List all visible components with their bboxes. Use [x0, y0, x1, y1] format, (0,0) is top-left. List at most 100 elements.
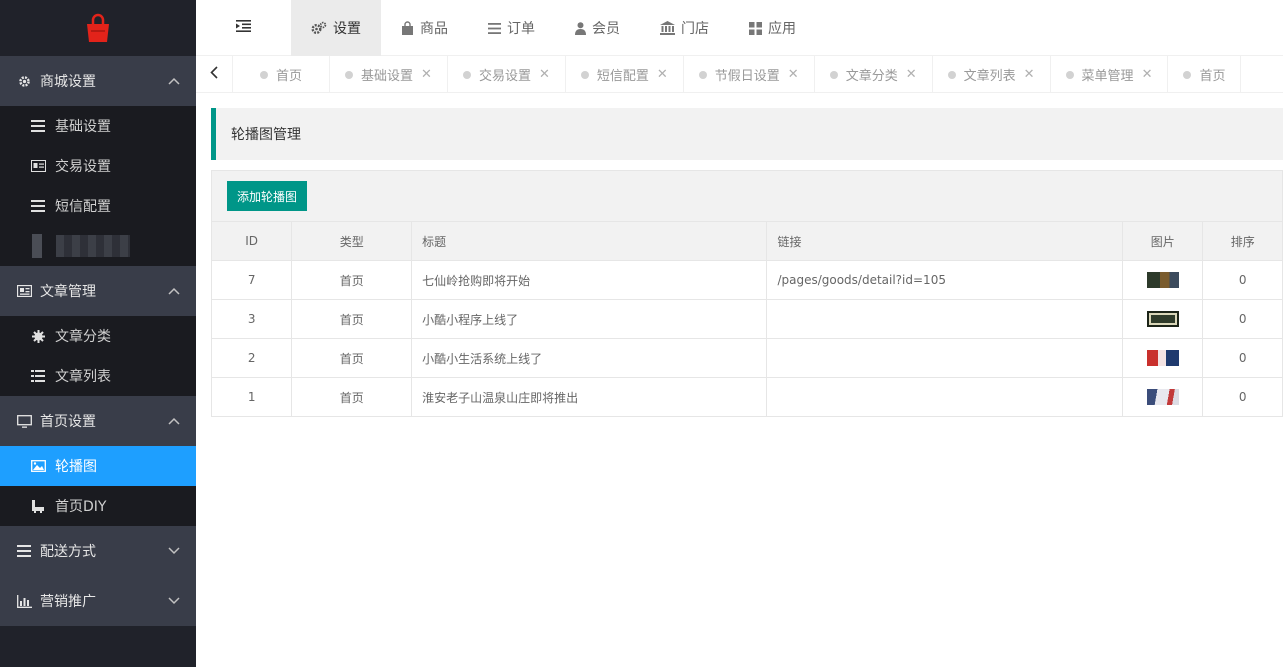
- table-row[interactable]: 3 首页 小酷小程序上线了 0: [210, 299, 1283, 339]
- sidebar-item-basic-settings[interactable]: 基础设置: [0, 106, 196, 146]
- top-tab-label: 门店: [681, 21, 709, 37]
- tab-dot: [580, 70, 589, 79]
- column-header-type[interactable]: 类型: [291, 221, 413, 261]
- close-icon[interactable]: ✕: [1024, 67, 1035, 82]
- page-tab-holiday-settings[interactable]: 节假日设置 ✕: [684, 56, 815, 92]
- cell-link: [766, 299, 1123, 339]
- cell-title: 七仙岭抢购即将开始: [411, 260, 768, 300]
- asterisk-icon: [30, 329, 46, 343]
- chart-icon: [16, 593, 32, 609]
- close-icon[interactable]: ✕: [657, 67, 668, 82]
- cell-link: [766, 338, 1123, 378]
- bag-logo-icon: [87, 13, 109, 42]
- tabs-scroll-left-button[interactable]: [196, 56, 233, 92]
- top-tab-label: 订单: [507, 21, 535, 37]
- redacted-block: [56, 235, 130, 257]
- top-tab-label: 会员: [592, 21, 620, 37]
- page-tab-home[interactable]: 首页: [233, 56, 331, 92]
- logo[interactable]: [0, 0, 196, 56]
- sidebar-item-redacted[interactable]: [0, 226, 196, 266]
- cell-image: [1121, 260, 1204, 300]
- top-tab-settings[interactable]: 设置: [291, 0, 381, 56]
- cell-image: [1121, 299, 1204, 339]
- page-tab-basic-settings[interactable]: 基础设置 ✕: [330, 56, 448, 92]
- top-navbar: 设置 商品 订单 会员 门店 应用: [196, 0, 1283, 56]
- carousel-thumbnail[interactable]: [1146, 389, 1179, 405]
- close-icon[interactable]: ✕: [539, 67, 550, 82]
- cell-id: 7: [210, 260, 293, 300]
- page-tab-label: 节假日设置: [714, 69, 780, 84]
- sidebar-group-label: 文章管理: [40, 284, 96, 300]
- close-icon[interactable]: ✕: [788, 67, 799, 82]
- table-row[interactable]: 1 首页 淮安老子山温泉山庄即将推出 0: [210, 377, 1283, 417]
- brush-icon: [30, 499, 46, 513]
- top-tab-stores[interactable]: 门店: [640, 0, 729, 56]
- cell-type: 首页: [291, 338, 413, 378]
- list-icon: [30, 369, 46, 383]
- grid-icon: [749, 21, 762, 35]
- cell-image: [1121, 377, 1204, 417]
- cell-title: 淮安老子山温泉山庄即将推出: [411, 377, 768, 417]
- chevron-left-icon: [210, 66, 218, 83]
- shopping-bag-icon: [401, 21, 414, 35]
- page-title-bar: 轮播图管理: [211, 108, 1283, 160]
- table-row[interactable]: 2 首页 小酷小生活系统上线了 0: [210, 338, 1283, 378]
- image-icon: [30, 459, 46, 473]
- carousel-thumbnail[interactable]: [1146, 272, 1179, 288]
- page-tab-label: 基础设置: [361, 69, 414, 84]
- main-content: 轮播图管理 添加轮播图 ID 类型 标题 链接 图片 排序 7 首页 七仙岭抢购…: [196, 93, 1283, 667]
- monitor-icon: [16, 413, 32, 429]
- sidebar-group-marketing[interactable]: 营销推广: [0, 576, 196, 626]
- tab-dot: [1065, 70, 1074, 79]
- page-tab-menu-management[interactable]: 菜单管理 ✕: [1051, 56, 1169, 92]
- column-header-image[interactable]: 图片: [1121, 221, 1204, 261]
- carousel-thumbnail[interactable]: [1146, 311, 1179, 327]
- close-icon[interactable]: ✕: [421, 67, 432, 82]
- cell-sort: 0: [1202, 377, 1283, 417]
- cell-type: 首页: [291, 260, 413, 300]
- sidebar-group-label: 首页设置: [40, 414, 96, 430]
- cogs-icon: [311, 21, 327, 35]
- sidebar-toggle-button[interactable]: [196, 0, 291, 56]
- top-tab-goods[interactable]: 商品: [381, 0, 468, 56]
- top-tab-apps[interactable]: 应用: [729, 0, 816, 56]
- cell-type: 首页: [291, 299, 413, 339]
- cell-sort: 0: [1202, 338, 1283, 378]
- close-icon[interactable]: ✕: [906, 67, 917, 82]
- sidebar-item-label: 交易设置: [55, 159, 111, 175]
- sidebar-group-delivery[interactable]: 配送方式: [0, 526, 196, 576]
- sidebar-group-homepage-settings[interactable]: 首页设置: [0, 396, 196, 446]
- column-header-sort[interactable]: 排序: [1202, 221, 1283, 261]
- column-header-link[interactable]: 链接: [766, 221, 1123, 261]
- page-tab-sms-config[interactable]: 短信配置 ✕: [566, 56, 684, 92]
- cell-image: [1121, 338, 1204, 378]
- page-tab-article-list[interactable]: 文章列表 ✕: [933, 56, 1051, 92]
- tab-dot: [698, 70, 707, 79]
- sidebar-item-carousel[interactable]: 轮播图: [0, 446, 196, 486]
- list-icon: [30, 199, 46, 213]
- page-tab-trade-settings[interactable]: 交易设置 ✕: [448, 56, 566, 92]
- column-header-id[interactable]: ID: [210, 221, 293, 261]
- page-tab-label: 首页: [1199, 69, 1226, 84]
- sidebar-item-article-category[interactable]: 文章分类: [0, 316, 196, 356]
- sidebar-item-sms-config[interactable]: 短信配置: [0, 186, 196, 226]
- table-row[interactable]: 7 首页 七仙岭抢购即将开始 /pages/goods/detail?id=10…: [210, 260, 1283, 300]
- sidebar-item-article-list[interactable]: 文章列表: [0, 356, 196, 396]
- sidebar-item-homepage-diy[interactable]: 首页DIY: [0, 486, 196, 526]
- tab-dot: [345, 70, 354, 79]
- sidebar-item-label: 文章分类: [55, 329, 111, 345]
- top-tab-members[interactable]: 会员: [555, 0, 640, 56]
- page-tab-home-2[interactable]: 首页: [1168, 56, 1242, 92]
- sidebar-group-mall-settings[interactable]: 商城设置: [0, 56, 196, 106]
- page-tab-article-category[interactable]: 文章分类 ✕: [815, 56, 933, 92]
- sidebar-item-trade-settings[interactable]: 交易设置: [0, 146, 196, 186]
- page-tabs-bar: 首页 基础设置 ✕ 交易设置 ✕ 短信配置 ✕ 节假日设置 ✕ 文章分类 ✕ 文…: [196, 56, 1283, 93]
- column-header-title[interactable]: 标题: [411, 221, 768, 261]
- top-tab-orders[interactable]: 订单: [468, 0, 555, 56]
- cell-id: 1: [210, 377, 293, 417]
- close-icon[interactable]: ✕: [1142, 67, 1153, 82]
- add-carousel-button[interactable]: 添加轮播图: [227, 181, 308, 211]
- carousel-thumbnail[interactable]: [1146, 350, 1179, 366]
- sidebar-group-article-management[interactable]: 文章管理: [0, 266, 196, 316]
- sidebar-item-label: 轮播图: [55, 459, 97, 475]
